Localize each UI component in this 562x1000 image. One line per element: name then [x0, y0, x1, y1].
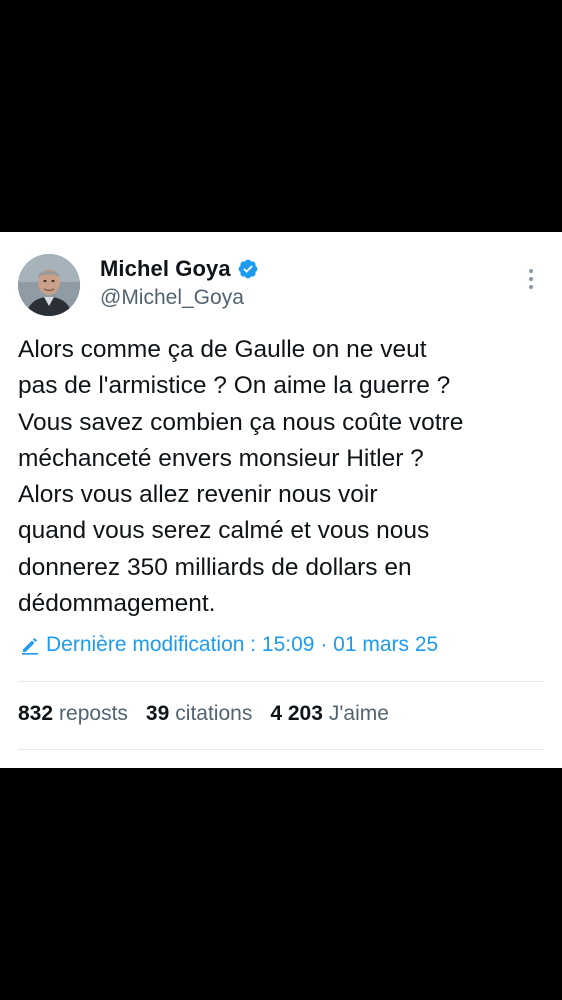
tweet-card: Michel Goya @Michel_Goya Alors comme ça … — [0, 232, 562, 768]
verified-badge-icon — [237, 258, 259, 280]
screenshot-frame: Michel Goya @Michel_Goya Alors comme ça … — [0, 0, 562, 1000]
likes-label: J'aime — [328, 702, 389, 725]
tweet-text-line: donnerez 350 milliards de dollars en — [18, 553, 412, 581]
tweet-text-line: Alors vous allez revenir nous voir — [18, 481, 378, 509]
pencil-icon — [20, 635, 40, 655]
edit-history-link[interactable]: Dernière modification : 15:09 · 01 mars … — [20, 633, 438, 657]
likes-stat[interactable]: 4 203 J'aime — [270, 702, 389, 726]
quotes-label: citations — [175, 702, 253, 725]
reposts-stat[interactable]: 832 reposts — [18, 702, 128, 726]
quotes-count: 39 — [145, 702, 170, 725]
tweet-text: Alors comme ça de Gaulle on ne veut pas … — [18, 332, 548, 622]
tweet-text-line: quand vous serez calmé et vous nous — [18, 517, 430, 545]
author-display-name[interactable]: Michel Goya — [100, 256, 231, 282]
reposts-label: reposts — [59, 702, 128, 725]
author-name-row: Michel Goya — [100, 254, 259, 284]
reposts-count: 832 — [18, 702, 54, 725]
tweet-text-line: pas de l'armistice ? On aime la guerre ? — [18, 372, 451, 400]
likes-count: 4 203 — [270, 702, 323, 725]
avatar[interactable] — [18, 254, 80, 316]
author-handle[interactable]: @Michel_Goya — [100, 286, 244, 310]
tweet-text-line: Vous savez combien ça nous coûte votre — [18, 408, 464, 436]
avatar-image — [18, 254, 80, 316]
divider — [18, 749, 544, 750]
more-options-icon[interactable] — [520, 266, 542, 292]
divider — [18, 681, 544, 682]
edit-history-label: Dernière modification : 15:09 · 01 mars … — [46, 633, 439, 656]
engagement-stats: 832 reposts 39 citations 4 203 J'aime — [18, 702, 407, 726]
tweet-text-line: dédommagement. — [18, 590, 216, 618]
tweet-text-line: méchanceté envers monsieur Hitler ? — [18, 444, 424, 472]
tweet-text-line: Alors comme ça de Gaulle on ne veut — [18, 336, 427, 363]
quotes-stat[interactable]: 39 citations — [146, 702, 252, 726]
